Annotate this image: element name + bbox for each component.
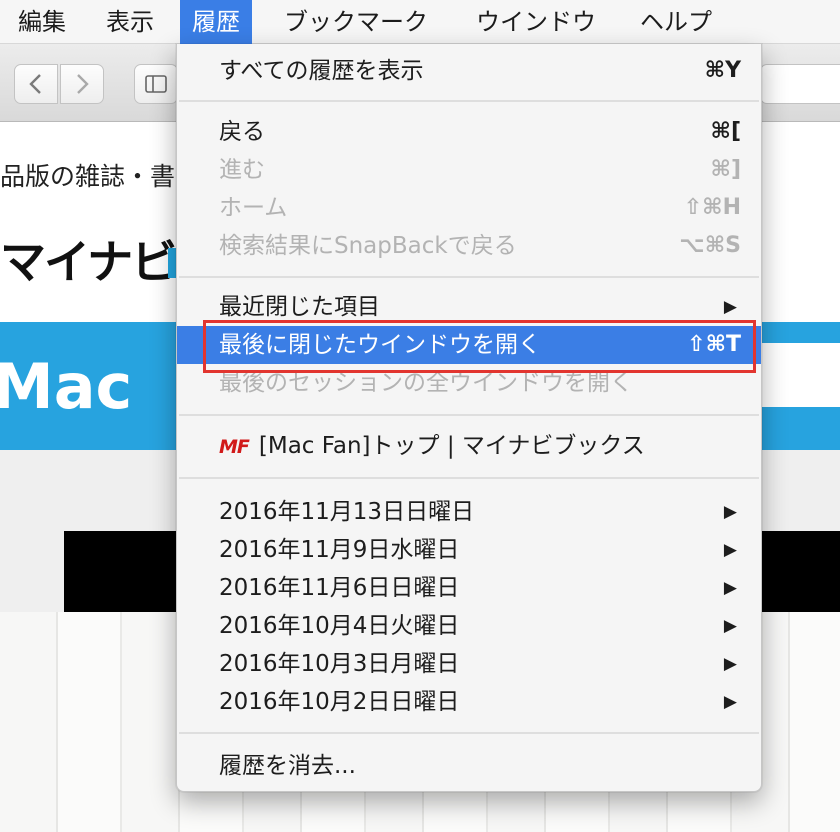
submenu-arrow-icon: ▶ [723, 692, 737, 712]
menu-edit[interactable]: 編集 [6, 0, 78, 44]
menu-separator [179, 276, 759, 278]
menu-item-label: 履歴を消去... [219, 753, 356, 779]
chevron-left-icon [29, 74, 41, 94]
sidebar-icon [145, 75, 167, 93]
menu-item-label: 2016年11月9日水曜日 [219, 537, 460, 563]
menu-item-label: 戻る [219, 119, 265, 145]
menu-item-date[interactable]: 2016年11月6日日曜日 ▶ [177, 569, 761, 607]
history-menu: すべての履歴を表示 ⌘Y 戻る ⌘[ 進む ⌘] ホーム ⇧⌘H 検索結果にSn… [176, 44, 762, 792]
forward-button[interactable] [60, 64, 104, 104]
banner-search-box[interactable] [760, 343, 840, 407]
menu-help[interactable]: ヘルプ [628, 0, 724, 44]
shortcut-label: ⌘[ [710, 119, 741, 144]
submenu-arrow-icon: ▶ [723, 540, 737, 560]
sidebar-button[interactable] [134, 64, 178, 104]
menu-item-date[interactable]: 2016年10月2日日曜日 ▶ [177, 683, 761, 721]
menu-bookmarks[interactable]: ブックマーク [272, 0, 440, 44]
menu-item-snapback: 検索結果にSnapBackで戻る ⌥⌘S [177, 227, 761, 265]
page-header-text: 品版の雑誌・書 [0, 162, 176, 191]
annotation-highlight-box [203, 320, 756, 373]
shortcut-label: ⌘Y [704, 58, 741, 83]
back-button[interactable] [14, 64, 58, 104]
menu-item-label: 2016年11月6日日曜日 [219, 575, 460, 601]
address-bar[interactable] [760, 64, 840, 104]
menu-item-label: すべての履歴を表示 [219, 58, 424, 84]
menu-separator [179, 100, 759, 102]
submenu-arrow-icon: ▶ [723, 578, 737, 598]
menu-item-label: 2016年11月13日日曜日 [219, 499, 475, 525]
submenu-arrow-icon: ▶ [723, 616, 737, 636]
menu-separator [179, 414, 759, 416]
menu-item-label: 進む [219, 157, 265, 183]
menu-item-back[interactable]: 戻る ⌘[ [177, 113, 761, 151]
menu-item-forward: 進む ⌘] [177, 151, 761, 189]
site-favicon-icon: MF [219, 436, 250, 458]
submenu-arrow-icon: ▶ [723, 502, 737, 522]
menu-item-date[interactable]: 2016年11月9日水曜日 ▶ [177, 531, 761, 569]
menu-item-home: ホーム ⇧⌘H [177, 189, 761, 227]
menu-item-date[interactable]: 2016年11月13日日曜日 ▶ [177, 493, 761, 531]
menu-item-show-all-history[interactable]: すべての履歴を表示 ⌘Y [177, 52, 761, 90]
menu-bar: 編集 表示 履歴 ブックマーク ウインドウ ヘルプ [0, 0, 840, 44]
banner-title: Mac [0, 350, 133, 423]
menu-item-label: ホーム [219, 195, 288, 221]
header-right-text: 情報サ [762, 258, 840, 289]
menu-item-label: 最近閉じた項目 [219, 294, 380, 320]
menu-item-label: 2016年10月3日月曜日 [219, 651, 460, 677]
menu-item-date[interactable]: 2016年10月4日火曜日 ▶ [177, 607, 761, 645]
menu-item-label: 検索結果にSnapBackで戻る [219, 233, 517, 259]
menu-separator [179, 732, 759, 734]
site-logo[interactable]: マイナビ [0, 226, 177, 292]
menu-item-label: 2016年10月4日火曜日 [219, 613, 460, 639]
menu-item-label: [Mac Fan]トップ | マイナビブックス [258, 433, 645, 459]
menu-view[interactable]: 表示 [94, 0, 166, 44]
menu-item-date[interactable]: 2016年10月3日月曜日 ▶ [177, 645, 761, 683]
menu-item-history-entry[interactable]: MF [Mac Fan]トップ | マイナビブックス [177, 427, 761, 465]
menu-item-label: 最後のセッションの全ウインドウを開く [219, 370, 633, 396]
shortcut-label: ⌥⌘S [679, 233, 741, 258]
menu-item-clear-history[interactable]: 履歴を消去... [177, 747, 761, 785]
menu-history[interactable]: 履歴 [180, 0, 252, 44]
menu-item-label: 2016年10月2日日曜日 [219, 689, 460, 715]
submenu-arrow-icon: ▶ [723, 654, 737, 674]
chevron-right-icon [77, 74, 89, 94]
menu-separator [179, 477, 759, 479]
shortcut-label: ⌘] [710, 157, 741, 182]
shortcut-label: ⇧⌘H [683, 195, 741, 220]
menu-window[interactable]: ウインドウ [464, 0, 608, 44]
